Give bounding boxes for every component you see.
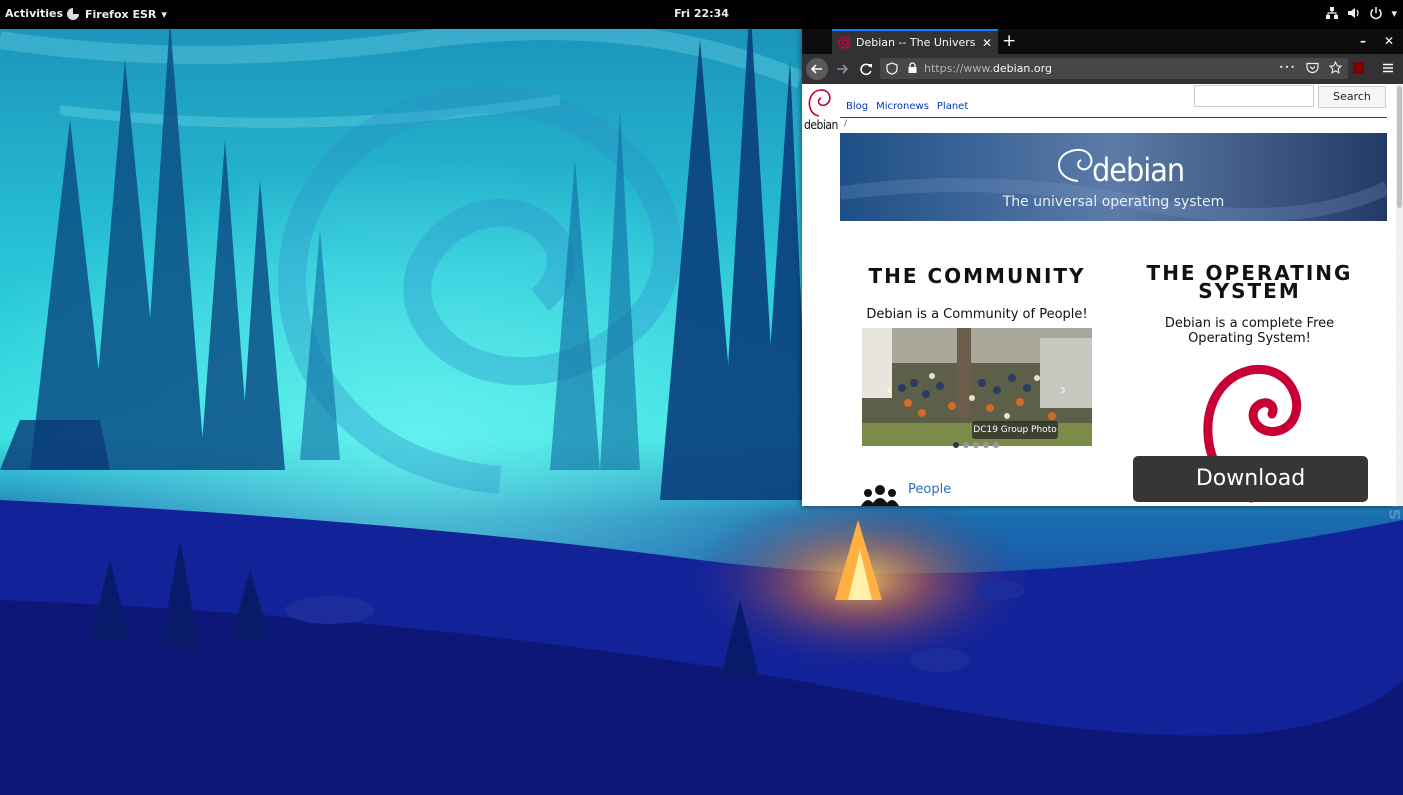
logo-text: debian	[804, 118, 838, 132]
top-bar: Activities Firefox ESR ▾ Fri 22:34 ▾	[0, 0, 1403, 29]
nav-link-planet[interactable]: Planet	[937, 101, 968, 112]
os-heading: THE OPERATING SYSTEM	[1132, 263, 1367, 303]
lock-icon[interactable]	[907, 62, 918, 74]
reload-icon[interactable]	[858, 61, 874, 77]
shield-icon[interactable]	[886, 62, 898, 75]
hamburger-menu-icon[interactable]	[1381, 61, 1395, 75]
people-icon	[861, 485, 899, 506]
app-menu-label: Firefox ESR	[85, 7, 157, 21]
carousel-prev-icon[interactable]: ‹	[886, 380, 892, 399]
back-icon	[810, 64, 822, 74]
top-nav: Blog Micronews Planet	[846, 101, 968, 112]
os-text: Debian is a complete Free Operating Syste…	[1132, 316, 1367, 346]
navigation-toolbar: https://www.debian.org •••	[802, 54, 1403, 84]
network-icon	[1326, 7, 1339, 19]
url-prefix: https://www.	[924, 62, 993, 75]
carousel-dot[interactable]	[973, 442, 979, 448]
close-tab-icon[interactable]: ✕	[982, 36, 992, 50]
nav-link-micronews[interactable]: Micronews	[876, 101, 929, 112]
os-section: THE OPERATING SYSTEM Debian is a complete…	[1132, 263, 1367, 346]
os-text-line2: Operating System!	[1188, 331, 1311, 346]
activities-button[interactable]: Activities	[5, 7, 63, 20]
nav-link-blog[interactable]: Blog	[846, 101, 868, 112]
page-actions-icon[interactable]: •••	[1279, 63, 1296, 72]
forward-icon[interactable]	[834, 61, 850, 77]
search-button[interactable]: Search	[1318, 86, 1386, 108]
close-window-button[interactable]: ✕	[1384, 34, 1394, 48]
chevron-down-icon: ▾	[161, 7, 167, 21]
carousel-next-icon[interactable]: ›	[1060, 380, 1066, 399]
firefox-icon	[67, 8, 79, 20]
tab-debian[interactable]: Debian -- The Universal Operating System…	[832, 29, 998, 54]
app-menu[interactable]: Firefox ESR ▾	[66, 7, 167, 21]
people-link[interactable]: People	[908, 482, 951, 497]
carousel-dot[interactable]	[953, 442, 959, 448]
hero-banner: debian The universal operating system	[840, 133, 1387, 221]
banner-tagline: The universal operating system	[1002, 194, 1225, 210]
watermark: screenshots.debian.net	[1383, 245, 1403, 520]
community-section: THE COMMUNITY Debian is a Community of P…	[852, 264, 1102, 322]
tab-title: Debian -- The Universal Operating System	[856, 36, 976, 49]
new-tab-button[interactable]: +	[1002, 31, 1016, 51]
os-heading-line2: SYSTEM	[1198, 279, 1301, 303]
debian-favicon	[838, 36, 851, 49]
pocket-icon[interactable]	[1306, 62, 1319, 74]
chevron-down-icon: ▾	[1391, 6, 1397, 20]
banner-wordmark: debian	[1092, 151, 1185, 189]
header-divider	[840, 117, 1387, 118]
search-input[interactable]	[1194, 85, 1314, 107]
debian-logo[interactable]: debian	[804, 86, 842, 132]
tab-bar: Debian -- The Universal Operating System…	[802, 29, 1403, 54]
system-menu[interactable]: ▾	[1325, 6, 1397, 20]
back-button[interactable]	[806, 58, 828, 80]
breadcrumb: /	[844, 119, 848, 129]
photo-caption: DC19 Group Photo	[972, 421, 1058, 439]
download-button[interactable]: Download	[1133, 456, 1368, 502]
carousel-dot[interactable]	[993, 442, 999, 448]
community-text: Debian is a Community of People!	[866, 307, 1088, 322]
power-icon	[1370, 7, 1383, 20]
url-domain: debian.org	[992, 62, 1052, 75]
firefox-window: Debian -- The Universal Operating System…	[802, 29, 1403, 506]
volume-icon	[1348, 8, 1360, 18]
minimize-button[interactable]: –	[1360, 34, 1366, 48]
community-heading: THE COMMUNITY	[868, 264, 1086, 288]
clock[interactable]: Fri 22:34	[674, 7, 729, 20]
os-text-line1: Debian is a complete Free	[1164, 316, 1335, 331]
carousel-dot[interactable]	[983, 442, 989, 448]
bookmark-star-icon[interactable]	[1329, 61, 1342, 74]
debian-swirl-icon	[808, 89, 831, 117]
scrollbar-thumb[interactable]	[1397, 86, 1402, 208]
carousel-dot[interactable]	[963, 442, 969, 448]
url-text: https://www.debian.org	[924, 62, 1052, 75]
carousel-indicators	[953, 442, 999, 448]
ublock-icon[interactable]	[1353, 62, 1364, 74]
url-bar[interactable]: https://www.debian.org •••	[880, 58, 1348, 79]
web-page: debian Blog Micronews Planet / Search de…	[802, 84, 1396, 506]
